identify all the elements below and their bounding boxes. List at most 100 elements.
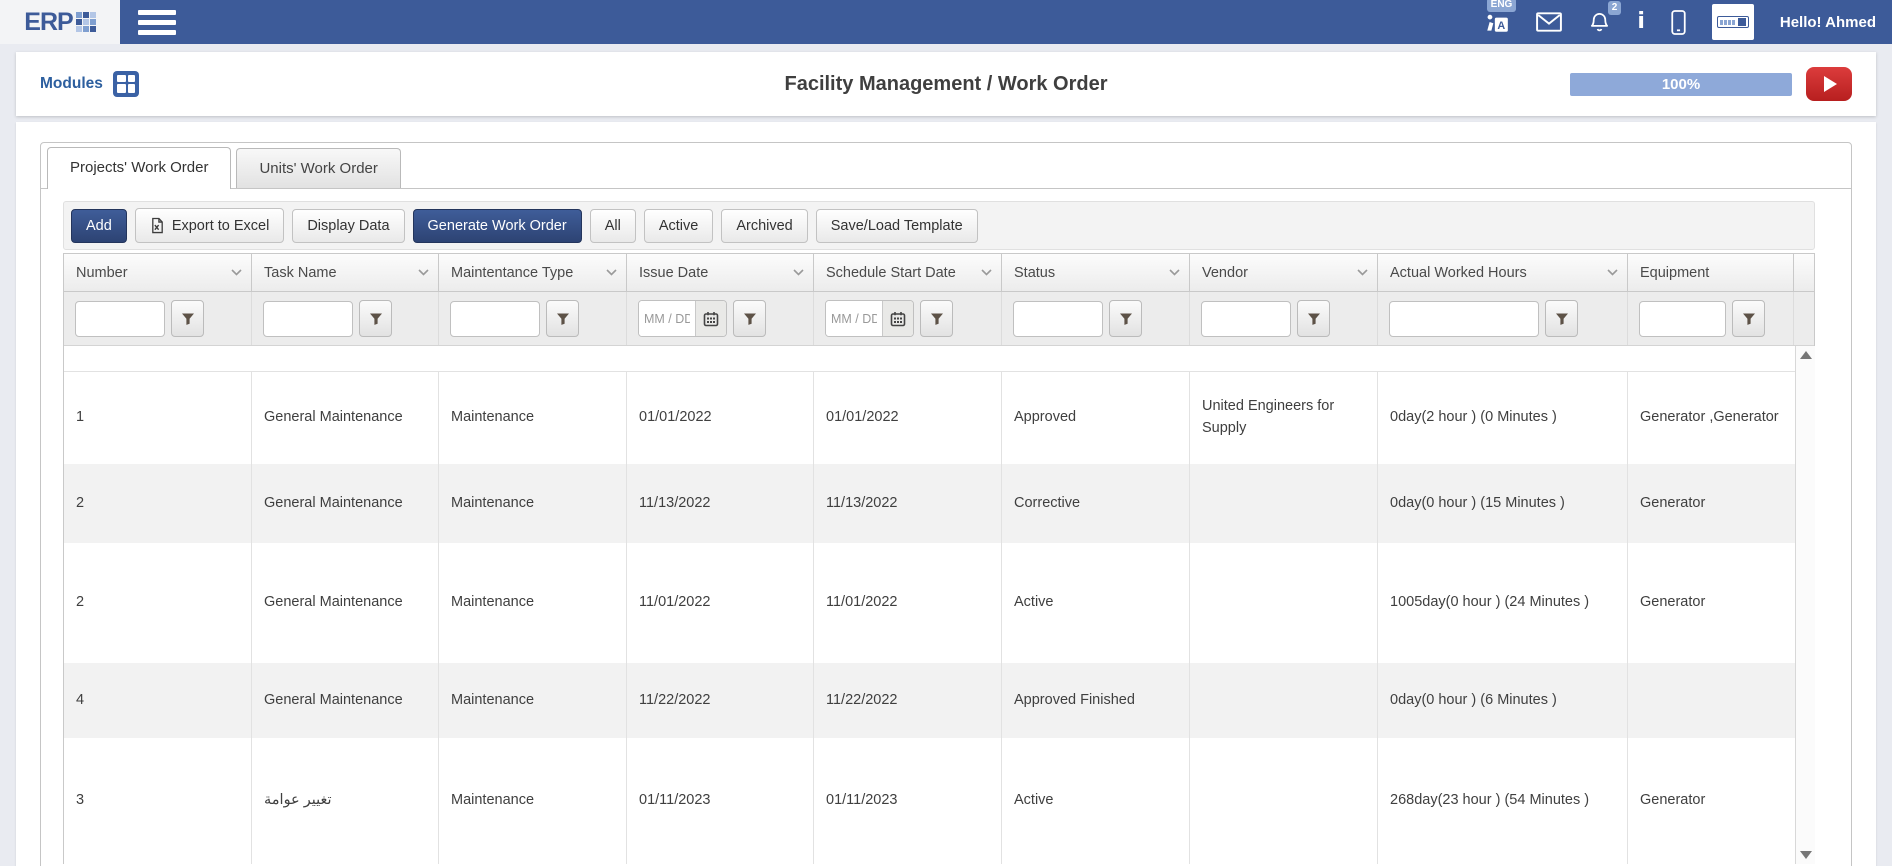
play-button[interactable] xyxy=(1806,67,1852,101)
mail-icon[interactable] xyxy=(1536,12,1562,32)
svg-text:A: A xyxy=(1498,20,1506,32)
filter-input-status[interactable] xyxy=(1013,301,1103,337)
panel-content: Add Export to Excel Display Data Generat… xyxy=(41,189,1851,864)
column-header-issue-date[interactable]: Issue Date xyxy=(627,254,814,291)
filter-all-button[interactable]: All xyxy=(590,209,636,243)
column-header-vendor[interactable]: Vendor xyxy=(1190,254,1378,291)
table-row[interactable]: 4General MaintenanceMaintenance11/22/202… xyxy=(64,663,1795,738)
filter-button-maintentance-type[interactable] xyxy=(546,300,579,337)
column-header-equipment[interactable]: Equipment xyxy=(1628,254,1794,291)
filter-funnel-icon xyxy=(743,312,757,326)
column-header-number[interactable]: Number xyxy=(64,254,252,291)
header-right-controls: 100% xyxy=(1570,67,1876,101)
filter-button-number[interactable] xyxy=(171,300,204,337)
column-header-maintentance-type[interactable]: Maintentance Type xyxy=(439,254,627,291)
notification-count-badge: 2 xyxy=(1608,1,1622,15)
notifications-bell-icon[interactable]: 2 xyxy=(1588,10,1611,35)
tab-projects-work-order[interactable]: Projects' Work Order xyxy=(47,147,231,189)
user-greeting[interactable]: Hello! Ahmed xyxy=(1780,14,1876,31)
column-header-label: Equipment xyxy=(1640,265,1709,281)
filter-funnel-icon xyxy=(1555,312,1569,326)
cell-status: Active xyxy=(1002,543,1190,663)
column-header-status[interactable]: Status xyxy=(1002,254,1190,291)
filter-input-equipment[interactable] xyxy=(1639,301,1726,337)
table-row[interactable]: 3تغيير عوامةMaintenance01/11/202301/11/2… xyxy=(64,738,1795,864)
date-filter-schedule-start-date xyxy=(825,300,914,337)
cell-actual-worked-hours: 268day(23 hour ) (54 Minutes ) xyxy=(1378,738,1628,864)
user-avatar[interactable] xyxy=(1712,4,1754,40)
filter-input-maintentance-type[interactable] xyxy=(450,301,540,337)
excel-file-icon xyxy=(150,217,165,234)
filter-date-input-schedule-start-date[interactable] xyxy=(826,301,882,336)
chevron-down-icon[interactable] xyxy=(1357,269,1368,276)
calendar-button-schedule-start-date[interactable] xyxy=(882,301,913,336)
table-row[interactable]: 1General MaintenanceMaintenance01/01/202… xyxy=(64,372,1795,464)
filter-button-task-name[interactable] xyxy=(359,300,392,337)
cell-issue-date: 11/22/2022 xyxy=(627,663,814,738)
generate-work-order-button[interactable]: Generate Work Order xyxy=(413,209,582,243)
scroll-up-icon[interactable] xyxy=(1800,351,1812,359)
filter-cell-maintentance-type xyxy=(439,292,627,345)
filter-active-button[interactable]: Active xyxy=(644,209,714,243)
filter-button-actual-worked-hours[interactable] xyxy=(1545,300,1578,337)
column-header-label: Task Name xyxy=(264,265,337,281)
language-icon[interactable]: ENG A xyxy=(1484,9,1510,35)
column-header-actual-worked-hours[interactable]: Actual Worked Hours xyxy=(1378,254,1628,291)
filter-button-issue-date[interactable] xyxy=(733,300,766,337)
tab-units-work-order[interactable]: Units' Work Order xyxy=(236,148,400,188)
filter-button-status[interactable] xyxy=(1109,300,1142,337)
mobile-icon[interactable] xyxy=(1671,10,1686,35)
column-header-label: Status xyxy=(1014,265,1055,281)
filter-archived-button[interactable]: Archived xyxy=(721,209,807,243)
filter-funnel-icon xyxy=(1742,312,1756,326)
chevron-down-icon[interactable] xyxy=(793,269,804,276)
cell-task-name: General Maintenance xyxy=(252,372,439,464)
scroll-down-icon[interactable] xyxy=(1800,851,1812,859)
info-icon[interactable]: i xyxy=(1637,11,1645,33)
cell-vendor xyxy=(1190,464,1378,543)
table-row[interactable]: 2General MaintenanceMaintenance11/01/202… xyxy=(64,543,1795,663)
calendar-button-issue-date[interactable] xyxy=(695,301,726,336)
filter-input-number[interactable] xyxy=(75,301,165,337)
filter-input-task-name[interactable] xyxy=(263,301,353,337)
column-header-task-name[interactable]: Task Name xyxy=(252,254,439,291)
filter-button-equipment[interactable] xyxy=(1732,300,1765,337)
chevron-down-icon[interactable] xyxy=(231,269,242,276)
save-load-template-button[interactable]: Save/Load Template xyxy=(816,209,978,243)
add-button[interactable]: Add xyxy=(71,209,127,243)
cell-status: Corrective xyxy=(1002,464,1190,543)
filter-cell-schedule-start-date xyxy=(814,292,1002,345)
cell-schedule-start-date: 11/13/2022 xyxy=(814,464,1002,543)
filter-date-input-issue-date[interactable] xyxy=(639,301,695,336)
modules-link[interactable]: Modules xyxy=(16,71,139,97)
filter-cell-number xyxy=(64,292,252,345)
cell-maintentance-type: Maintenance xyxy=(439,543,627,663)
table-row[interactable]: 2General MaintenanceMaintenance11/13/202… xyxy=(64,464,1795,543)
cell-equipment xyxy=(1628,663,1794,738)
chevron-down-icon[interactable] xyxy=(981,269,992,276)
vertical-scrollbar[interactable] xyxy=(1795,346,1815,864)
cell-number: 1 xyxy=(64,372,252,464)
hamburger-menu-icon[interactable] xyxy=(138,5,176,40)
date-filter-issue-date xyxy=(638,300,727,337)
chevron-down-icon[interactable] xyxy=(1169,269,1180,276)
filter-button-vendor[interactable] xyxy=(1297,300,1330,337)
chevron-down-icon[interactable] xyxy=(606,269,617,276)
filter-funnel-icon xyxy=(369,312,383,326)
column-header-schedule-start-date[interactable]: Schedule Start Date xyxy=(814,254,1002,291)
filter-input-vendor[interactable] xyxy=(1201,301,1291,337)
cell-schedule-start-date: 11/22/2022 xyxy=(814,663,1002,738)
filter-input-actual-worked-hours[interactable] xyxy=(1389,301,1539,337)
cell-issue-date: 11/13/2022 xyxy=(627,464,814,543)
language-badge: ENG xyxy=(1487,0,1517,12)
cell-number: 4 xyxy=(64,663,252,738)
chevron-down-icon[interactable] xyxy=(418,269,429,276)
erpa-logo[interactable]: ERP xyxy=(0,0,120,44)
cell-task-name: General Maintenance xyxy=(252,543,439,663)
display-data-button[interactable]: Display Data xyxy=(292,209,404,243)
cell-actual-worked-hours: 0day(0 hour ) (15 Minutes ) xyxy=(1378,464,1628,543)
export-to-excel-button[interactable]: Export to Excel xyxy=(135,208,285,243)
filter-button-schedule-start-date[interactable] xyxy=(920,300,953,337)
filter-cell-task-name xyxy=(252,292,439,345)
chevron-down-icon[interactable] xyxy=(1607,269,1618,276)
